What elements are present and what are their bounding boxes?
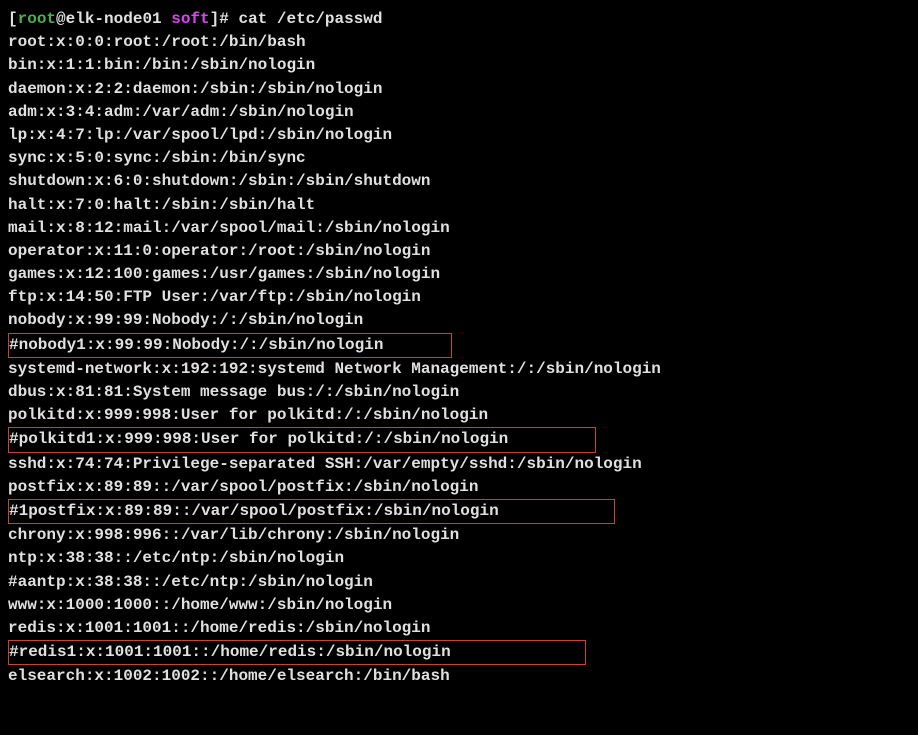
output-line: elsearch:x:1002:1002::/home/elsearch:/bi… [8, 665, 910, 688]
output-line: lp:x:4:7:lp:/var/spool/lpd:/sbin/nologin [8, 124, 910, 147]
passwd-entry: lp:x:4:7:lp:/var/spool/lpd:/sbin/nologin [8, 126, 392, 144]
output-line: root:x:0:0:root:/root:/bin/bash [8, 31, 910, 54]
bracket-open: [ [8, 10, 18, 28]
passwd-entry: ntp:x:38:38::/etc/ntp:/sbin/nologin [8, 549, 344, 567]
output-line: mail:x:8:12:mail:/var/spool/mail:/sbin/n… [8, 217, 910, 240]
passwd-entry: bin:x:1:1:bin:/bin:/sbin/nologin [8, 56, 315, 74]
output-line: www:x:1000:1000::/home/www:/sbin/nologin [8, 594, 910, 617]
passwd-entry: #aantp:x:38:38::/etc/ntp:/sbin/nologin [8, 573, 373, 591]
highlighted-entry: #1postfix:x:89:89::/var/spool/postfix:/s… [8, 499, 615, 524]
output-line: dbus:x:81:81:System message bus:/:/sbin/… [8, 381, 910, 404]
passwd-entry: games:x:12:100:games:/usr/games:/sbin/no… [8, 265, 440, 283]
output-line: operator:x:11:0:operator:/root:/sbin/nol… [8, 240, 910, 263]
passwd-entry: redis:x:1001:1001::/home/redis:/sbin/nol… [8, 619, 430, 637]
prompt-host: elk-node01 [66, 10, 162, 28]
passwd-entry: halt:x:7:0:halt:/sbin:/sbin/halt [8, 196, 315, 214]
output-line: shutdown:x:6:0:shutdown:/sbin:/sbin/shut… [8, 170, 910, 193]
output-container: root:x:0:0:root:/root:/bin/bash bin:x:1:1… [8, 31, 910, 688]
prompt-char: # [219, 10, 238, 28]
passwd-entry: nobody:x:99:99:Nobody:/:/sbin/nologin [8, 311, 363, 329]
passwd-entry: dbus:x:81:81:System message bus:/:/sbin/… [8, 383, 459, 401]
passwd-entry: shutdown:x:6:0:shutdown:/sbin:/sbin/shut… [8, 172, 430, 190]
highlighted-entry: #redis1:x:1001:1001::/home/redis:/sbin/n… [8, 640, 586, 665]
output-line: chrony:x:998:996::/var/lib/chrony:/sbin/… [8, 524, 910, 547]
prompt-line: [root@elk-node01 soft]# cat /etc/passwd [8, 8, 910, 31]
output-line: ftp:x:14:50:FTP User:/var/ftp:/sbin/nolo… [8, 286, 910, 309]
output-line: daemon:x:2:2:daemon:/sbin:/sbin/nologin [8, 78, 910, 101]
passwd-entry: elsearch:x:1002:1002::/home/elsearch:/bi… [8, 667, 450, 685]
output-line: #1postfix:x:89:89::/var/spool/postfix:/s… [8, 499, 910, 524]
output-line: systemd-network:x:192:192:systemd Networ… [8, 358, 910, 381]
passwd-entry: operator:x:11:0:operator:/root:/sbin/nol… [8, 242, 430, 260]
output-line: games:x:12:100:games:/usr/games:/sbin/no… [8, 263, 910, 286]
prompt-cwd: soft [171, 10, 209, 28]
output-line: redis:x:1001:1001::/home/redis:/sbin/nol… [8, 617, 910, 640]
output-line: #polkitd1:x:999:998:User for polkitd:/:/… [8, 427, 910, 452]
output-line: nobody:x:99:99:Nobody:/:/sbin/nologin [8, 309, 910, 332]
passwd-entry: polkitd:x:999:998:User for polkitd:/:/sb… [8, 406, 488, 424]
passwd-entry: daemon:x:2:2:daemon:/sbin:/sbin/nologin [8, 80, 382, 98]
prompt-user: root [18, 10, 56, 28]
passwd-entry: chrony:x:998:996::/var/lib/chrony:/sbin/… [8, 526, 459, 544]
passwd-entry: postfix:x:89:89::/var/spool/postfix:/sbi… [8, 478, 478, 496]
bracket-close: ] [210, 10, 220, 28]
highlighted-entry: #nobody1:x:99:99:Nobody:/:/sbin/nologin [8, 333, 452, 358]
passwd-entry: www:x:1000:1000::/home/www:/sbin/nologin [8, 596, 392, 614]
output-line: sync:x:5:0:sync:/sbin:/bin/sync [8, 147, 910, 170]
command-text[interactable]: cat /etc/passwd [238, 10, 382, 28]
output-line: #nobody1:x:99:99:Nobody:/:/sbin/nologin [8, 333, 910, 358]
prompt-at: @ [56, 10, 66, 28]
passwd-entry: mail:x:8:12:mail:/var/spool/mail:/sbin/n… [8, 219, 450, 237]
passwd-entry: ftp:x:14:50:FTP User:/var/ftp:/sbin/nolo… [8, 288, 421, 306]
highlighted-entry: #polkitd1:x:999:998:User for polkitd:/:/… [8, 427, 596, 452]
passwd-entry: adm:x:3:4:adm:/var/adm:/sbin/nologin [8, 103, 354, 121]
output-line: adm:x:3:4:adm:/var/adm:/sbin/nologin [8, 101, 910, 124]
passwd-entry: sshd:x:74:74:Privilege-separated SSH:/va… [8, 455, 642, 473]
output-line: ntp:x:38:38::/etc/ntp:/sbin/nologin [8, 547, 910, 570]
output-line: bin:x:1:1:bin:/bin:/sbin/nologin [8, 54, 910, 77]
output-line: halt:x:7:0:halt:/sbin:/sbin/halt [8, 194, 910, 217]
output-line: #aantp:x:38:38::/etc/ntp:/sbin/nologin [8, 571, 910, 594]
output-line: #redis1:x:1001:1001::/home/redis:/sbin/n… [8, 640, 910, 665]
output-line: polkitd:x:999:998:User for polkitd:/:/sb… [8, 404, 910, 427]
passwd-entry: root:x:0:0:root:/root:/bin/bash [8, 33, 306, 51]
output-line: sshd:x:74:74:Privilege-separated SSH:/va… [8, 453, 910, 476]
passwd-entry: systemd-network:x:192:192:systemd Networ… [8, 360, 661, 378]
output-line: postfix:x:89:89::/var/spool/postfix:/sbi… [8, 476, 910, 499]
passwd-entry: sync:x:5:0:sync:/sbin:/bin/sync [8, 149, 306, 167]
